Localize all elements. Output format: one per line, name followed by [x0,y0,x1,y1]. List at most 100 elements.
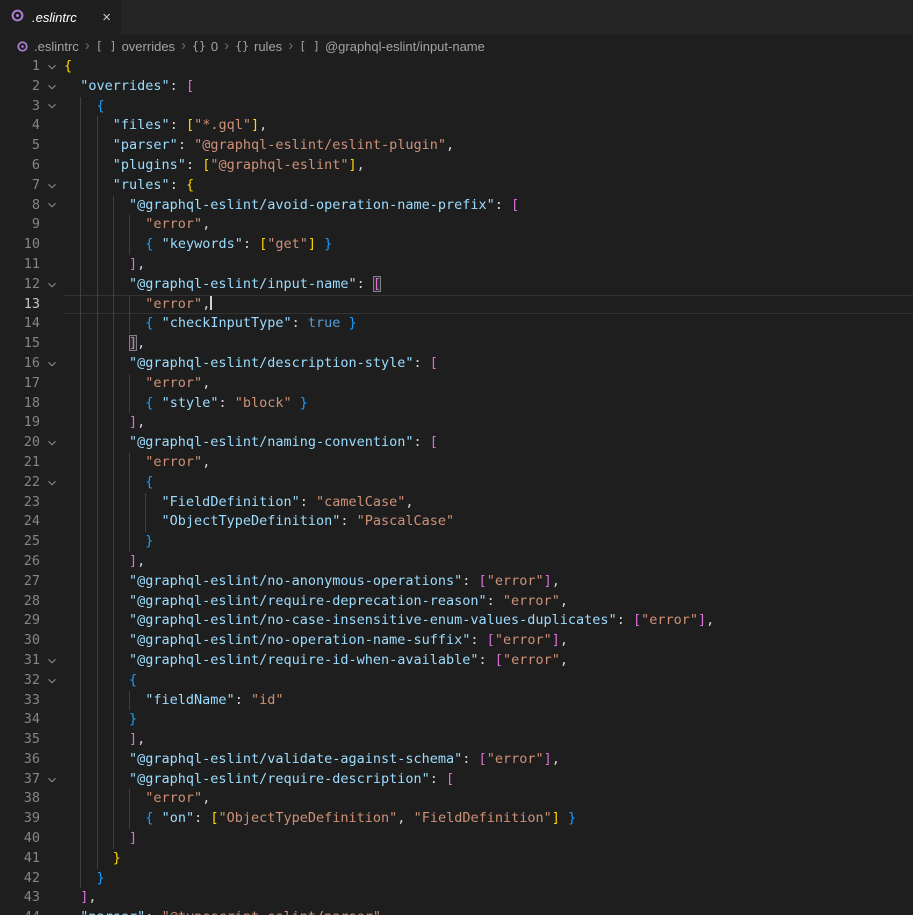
line-number[interactable]: 7 [0,176,40,196]
fold-chevron-down-icon[interactable] [40,196,64,216]
code-line[interactable]: 26 ], [0,552,913,572]
line-number[interactable]: 11 [0,255,40,275]
line-number[interactable]: 31 [0,651,40,671]
line-number[interactable]: 41 [0,849,40,869]
line-number[interactable]: 27 [0,572,40,592]
code-line[interactable]: 37 "@graphql-eslint/require-description"… [0,770,913,790]
breadcrumb-item[interactable]: {}0 [192,39,218,54]
line-number[interactable]: 8 [0,196,40,216]
breadcrumb-item[interactable]: {}rules [235,39,282,54]
fold-chevron-down-icon[interactable] [40,651,64,671]
code-line[interactable]: 18 { "style": "block" } [0,394,913,414]
fold-chevron-down-icon[interactable] [40,275,64,295]
breadcrumb-item[interactable]: .eslintrc [16,39,79,54]
code-line[interactable]: 5 "parser": "@graphql-eslint/eslint-plug… [0,136,913,156]
close-icon[interactable]: × [102,10,111,25]
fold-chevron-down-icon[interactable] [40,433,64,453]
fold-chevron-down-icon[interactable] [40,176,64,196]
line-number[interactable]: 24 [0,512,40,532]
line-number[interactable]: 1 [0,57,40,77]
fold-chevron-down-icon[interactable] [40,770,64,790]
code-line[interactable]: 24 "ObjectTypeDefinition": "PascalCase" [0,512,913,532]
line-number[interactable]: 18 [0,394,40,414]
line-number[interactable]: 25 [0,532,40,552]
code-line[interactable]: 31 "@graphql-eslint/require-id-when-avai… [0,651,913,671]
line-number[interactable]: 16 [0,354,40,374]
code-line[interactable]: 16 "@graphql-eslint/description-style": … [0,354,913,374]
line-number[interactable]: 2 [0,77,40,97]
code-line[interactable]: 17 "error", [0,374,913,394]
line-number[interactable]: 32 [0,671,40,691]
code-line[interactable]: 1{ [0,57,913,77]
code-line[interactable]: 35 ], [0,730,913,750]
code-line[interactable]: 20 "@graphql-eslint/naming-convention": … [0,433,913,453]
line-number[interactable]: 29 [0,611,40,631]
line-number[interactable]: 44 [0,908,40,915]
code-line[interactable]: 44 "parser": "@typescript-eslint/parser" [0,908,913,915]
code-line[interactable]: 33 "fieldName": "id" [0,691,913,711]
code-line[interactable]: 14 { "checkInputType": true } [0,314,913,334]
code-line[interactable]: 4 "files": ["*.gql"], [0,116,913,136]
line-number[interactable]: 35 [0,730,40,750]
code-line[interactable]: 6 "plugins": ["@graphql-eslint"], [0,156,913,176]
code-line[interactable]: 2 "overrides": [ [0,77,913,97]
line-number[interactable]: 36 [0,750,40,770]
line-number[interactable]: 9 [0,215,40,235]
line-number[interactable]: 34 [0,710,40,730]
line-number[interactable]: 3 [0,97,40,117]
code-line[interactable]: 39 { "on": ["ObjectTypeDefinition", "Fie… [0,809,913,829]
fold-chevron-down-icon[interactable] [40,57,64,77]
code-line[interactable]: 23 "FieldDefinition": "camelCase", [0,493,913,513]
line-number[interactable]: 17 [0,374,40,394]
line-number[interactable]: 26 [0,552,40,572]
code-line[interactable]: 25 } [0,532,913,552]
code-line[interactable]: 11 ], [0,255,913,275]
line-number[interactable]: 10 [0,235,40,255]
line-number[interactable]: 6 [0,156,40,176]
line-number[interactable]: 28 [0,592,40,612]
fold-chevron-down-icon[interactable] [40,671,64,691]
line-number[interactable]: 12 [0,275,40,295]
line-number[interactable]: 38 [0,789,40,809]
fold-chevron-down-icon[interactable] [40,354,64,374]
line-number[interactable]: 23 [0,493,40,513]
code-line[interactable]: 12 "@graphql-eslint/input-name": [ [0,275,913,295]
breadcrumb-item[interactable]: [ ]@graphql-eslint/input-name [299,39,485,54]
line-number[interactable]: 42 [0,869,40,889]
code-line[interactable]: 36 "@graphql-eslint/validate-against-sch… [0,750,913,770]
line-number[interactable]: 30 [0,631,40,651]
line-number[interactable]: 14 [0,314,40,334]
code-line[interactable]: 21 "error", [0,453,913,473]
code-line[interactable]: 43 ], [0,888,913,908]
line-number[interactable]: 39 [0,809,40,829]
tab-eslintrc[interactable]: .eslintrc × [0,0,121,35]
breadcrumb-item[interactable]: [ ]overrides [96,39,175,54]
line-number[interactable]: 13 [0,295,40,315]
line-number[interactable]: 20 [0,433,40,453]
line-number[interactable]: 15 [0,334,40,354]
line-number[interactable]: 4 [0,116,40,136]
code-line[interactable]: 3 { [0,97,913,117]
code-line[interactable]: 10 { "keywords": ["get"] } [0,235,913,255]
code-line[interactable]: 32 { [0,671,913,691]
code-line[interactable]: 34 } [0,710,913,730]
fold-chevron-down-icon[interactable] [40,77,64,97]
line-number[interactable]: 5 [0,136,40,156]
code-line[interactable]: 19 ], [0,413,913,433]
code-line[interactable]: 28 "@graphql-eslint/require-deprecation-… [0,592,913,612]
code-line[interactable]: 41 } [0,849,913,869]
code-line[interactable]: 8 "@graphql-eslint/avoid-operation-name-… [0,196,913,216]
code-line[interactable]: 27 "@graphql-eslint/no-anonymous-operati… [0,572,913,592]
code-line[interactable]: 30 "@graphql-eslint/no-operation-name-su… [0,631,913,651]
line-number[interactable]: 19 [0,413,40,433]
line-number[interactable]: 22 [0,473,40,493]
code-line[interactable]: 22 { [0,473,913,493]
code-line[interactable]: 7 "rules": { [0,176,913,196]
line-number[interactable]: 40 [0,829,40,849]
fold-chevron-down-icon[interactable] [40,97,64,117]
code-line[interactable]: 40 ] [0,829,913,849]
code-line[interactable]: 29 "@graphql-eslint/no-case-insensitive-… [0,611,913,631]
line-number[interactable]: 33 [0,691,40,711]
line-number[interactable]: 37 [0,770,40,790]
code-line[interactable]: 38 "error", [0,789,913,809]
